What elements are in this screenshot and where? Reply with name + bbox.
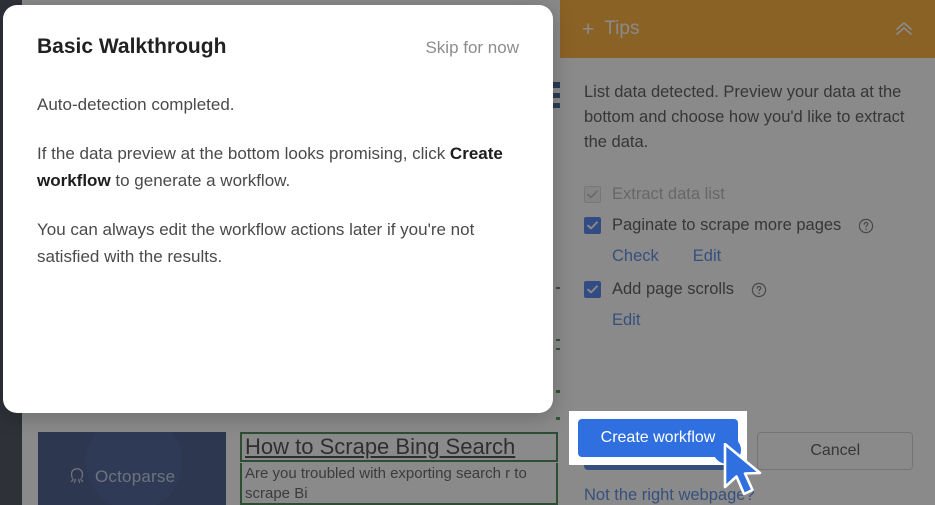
dialog-header: Basic Walkthrough Skip for now <box>37 35 519 59</box>
dialog-title: Basic Walkthrough <box>37 35 227 58</box>
skip-for-now-link[interactable]: Skip for now <box>425 38 519 58</box>
paragraph-2-after: to generate a workflow. <box>110 171 291 190</box>
basic-walkthrough-dialog: Basic Walkthrough Skip for now Auto-dete… <box>3 5 553 413</box>
paragraph-2-before: If the data preview at the bottom looks … <box>37 144 450 163</box>
dialog-paragraph-2: If the data preview at the bottom looks … <box>37 140 519 194</box>
app-window: Octoparse How to Scrape Bing Search Are … <box>0 0 935 505</box>
click-ripple <box>713 436 741 464</box>
dialog-paragraph-3: You can always edit the workflow actions… <box>37 220 475 266</box>
dialog-paragraph-1: Auto-detection completed. <box>37 95 235 114</box>
